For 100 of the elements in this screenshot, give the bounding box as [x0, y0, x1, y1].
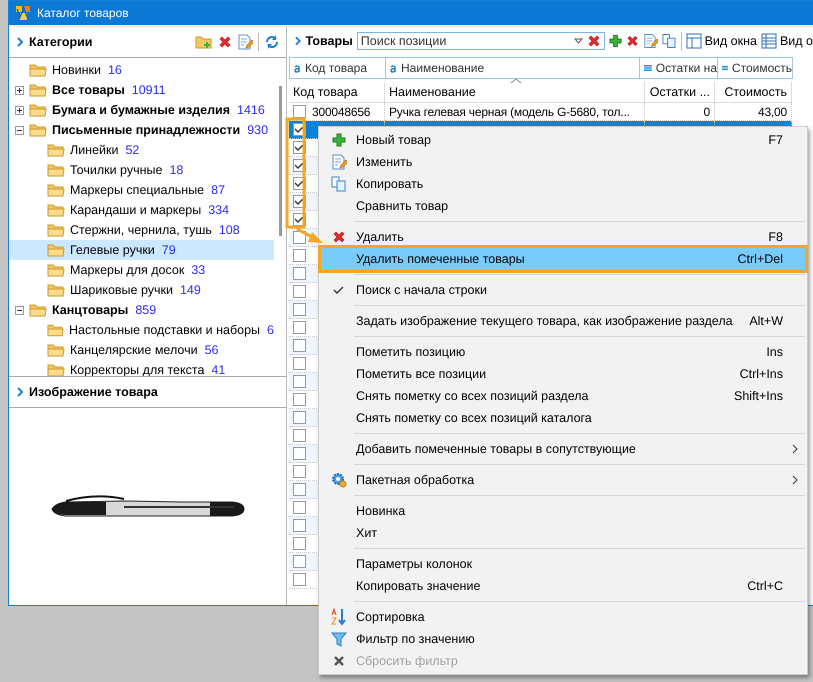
tree-item[interactable]: Гелевые ручки 79 [9, 240, 274, 260]
collapse-icon[interactable] [15, 126, 24, 134]
menu-item[interactable]: Параметры колонок [321, 553, 805, 575]
menu-item[interactable]: Новый товар F7 [321, 129, 805, 151]
menu-item[interactable]: Поиск с начала строки [321, 279, 805, 301]
panel-title: Товары [306, 34, 353, 48]
menu-item[interactable]: Фильтр по значению [321, 628, 805, 650]
menu-item[interactable]: Добавить помеченные товары в сопутствующие [321, 438, 805, 460]
folder-icon [29, 123, 47, 137]
copy-icon[interactable] [662, 33, 677, 49]
row-checkbox[interactable] [293, 267, 306, 280]
tree-item[interactable]: Новинки 16 [9, 60, 274, 80]
item-count: 108 [218, 223, 240, 237]
row-checkbox[interactable] [293, 429, 306, 442]
tree-item[interactable]: Маркеры для досок 33 [9, 260, 274, 280]
expand-icon[interactable] [15, 106, 24, 114]
tree-label: Стержни, чернила, тушь [70, 223, 212, 237]
tree-item[interactable]: Точилки ручные 18 [9, 160, 274, 180]
item-count: 930 [247, 123, 268, 137]
edit-icon[interactable] [237, 34, 253, 50]
menu-item[interactable]: Сравнить товар [321, 195, 805, 217]
delete-icon[interactable] [218, 35, 232, 49]
table-cell: 300048656 [312, 104, 370, 118]
menu-item[interactable]: Хит [321, 522, 805, 544]
menu-item[interactable]: Пометить все позиции Ctrl+Ins [321, 363, 805, 385]
tree-label: Карандаши и маркеры [70, 203, 202, 217]
row-checkbox[interactable] [293, 555, 306, 568]
dropdown-icon[interactable] [574, 38, 583, 44]
row-checkbox[interactable] [293, 465, 306, 478]
search-field[interactable]: Поиск позиции [356, 32, 605, 50]
panel-title: Изображение товара [29, 385, 158, 399]
chevron-right-icon [17, 387, 24, 397]
folder-icon [47, 243, 65, 257]
tree-label: Шариковые ручки [70, 283, 173, 297]
folder-icon [29, 303, 47, 317]
check-icon [294, 179, 305, 188]
menu-item[interactable]: Снять пометку со всех позиций раздела Shift+Ins [321, 385, 805, 407]
collapse-icon[interactable] [15, 306, 24, 314]
row-checkbox[interactable] [293, 573, 306, 586]
folder-icon [29, 83, 47, 97]
row-checkbox[interactable] [293, 321, 306, 334]
row-checkbox[interactable] [293, 393, 306, 406]
menu-item[interactable]: Сортировка [321, 606, 805, 628]
menu-item[interactable]: Удалить F8 [321, 226, 805, 248]
item-count: 1416 [237, 103, 265, 117]
row-checkbox[interactable] [293, 249, 306, 262]
number-type-icon [644, 64, 652, 72]
delete-icon[interactable] [626, 34, 639, 48]
menu-item[interactable]: Пакетная обработка [321, 469, 805, 491]
table-cell: 43,00 [758, 104, 787, 118]
tree-item[interactable]: Карандаши и маркеры 334 [9, 200, 274, 220]
column-filter[interactable]: Наименование [385, 57, 640, 79]
row-checkbox[interactable] [293, 339, 306, 352]
menu-item[interactable]: Удалить помеченные товары Ctrl+Del [321, 248, 805, 270]
tree-item[interactable]: Все товары 10911 [9, 80, 274, 100]
row-checkbox[interactable] [293, 483, 306, 496]
menu-item[interactable]: Копировать [321, 173, 805, 195]
expand-icon[interactable] [15, 86, 24, 94]
view-button[interactable]: Вид о [760, 33, 813, 49]
row-checkbox[interactable] [293, 537, 306, 550]
tree-item[interactable]: Канцелярские мелочи 56 [9, 340, 274, 360]
tree-item[interactable]: Маркеры специальные 87 [9, 180, 274, 200]
check-icon [294, 143, 305, 152]
row-checkbox[interactable] [293, 519, 306, 532]
menu-item[interactable]: Снять пометку со всех позиций каталога [321, 407, 805, 429]
tree-item[interactable]: Письменные принадлежности 930 [9, 120, 274, 140]
row-checkbox[interactable] [293, 411, 306, 424]
menu-item[interactable]: Копировать значение Ctrl+C [321, 575, 805, 597]
menu-item[interactable]: Новинка [321, 500, 805, 522]
row-checkbox[interactable] [293, 447, 306, 460]
add-folder-icon[interactable] [195, 34, 213, 50]
tree-item[interactable]: Бумага и бумажные изделия 1416 [9, 100, 274, 120]
edit-icon[interactable] [642, 33, 658, 49]
tree-item[interactable]: Линейки 52 [9, 140, 274, 160]
refresh-icon[interactable] [264, 34, 280, 50]
row-checkbox[interactable] [293, 105, 306, 118]
check-icon [294, 161, 305, 170]
row-checkbox[interactable] [293, 357, 306, 370]
menu-item[interactable]: Изменить [321, 151, 805, 173]
menu-item[interactable]: Задать изображение текущего товара, как изображение раздела Alt+W [321, 310, 805, 332]
column-filter[interactable]: Остатки на [639, 57, 718, 79]
row-checkbox[interactable] [293, 303, 306, 316]
row-checkbox[interactable] [293, 501, 306, 514]
tree-item[interactable]: Настольные подставки и наборы 6 [9, 320, 274, 340]
filter-icon [330, 631, 346, 647]
view-button[interactable]: Вид окна [686, 33, 757, 49]
tree-item[interactable]: Шариковые ручки 149 [9, 280, 274, 300]
column-filter[interactable]: Стоимость [717, 57, 793, 79]
tree-item[interactable]: Канцтовары 859 [9, 300, 274, 320]
clear-icon[interactable] [586, 34, 601, 48]
tree-item[interactable]: Стержни, чернила, тушь 108 [9, 220, 274, 240]
tree-label: Гелевые ручки [70, 243, 155, 257]
tree-label: Бумага и бумажные изделия [52, 103, 230, 117]
row-checkbox[interactable] [293, 285, 306, 298]
menu-item[interactable]: Пометить позицию Ins [321, 341, 805, 363]
sort-icon [330, 608, 346, 626]
row-checkbox[interactable] [293, 375, 306, 388]
item-count: 87 [211, 183, 226, 197]
column-filter[interactable]: Код товара [289, 57, 386, 79]
number-type-icon [722, 64, 728, 72]
